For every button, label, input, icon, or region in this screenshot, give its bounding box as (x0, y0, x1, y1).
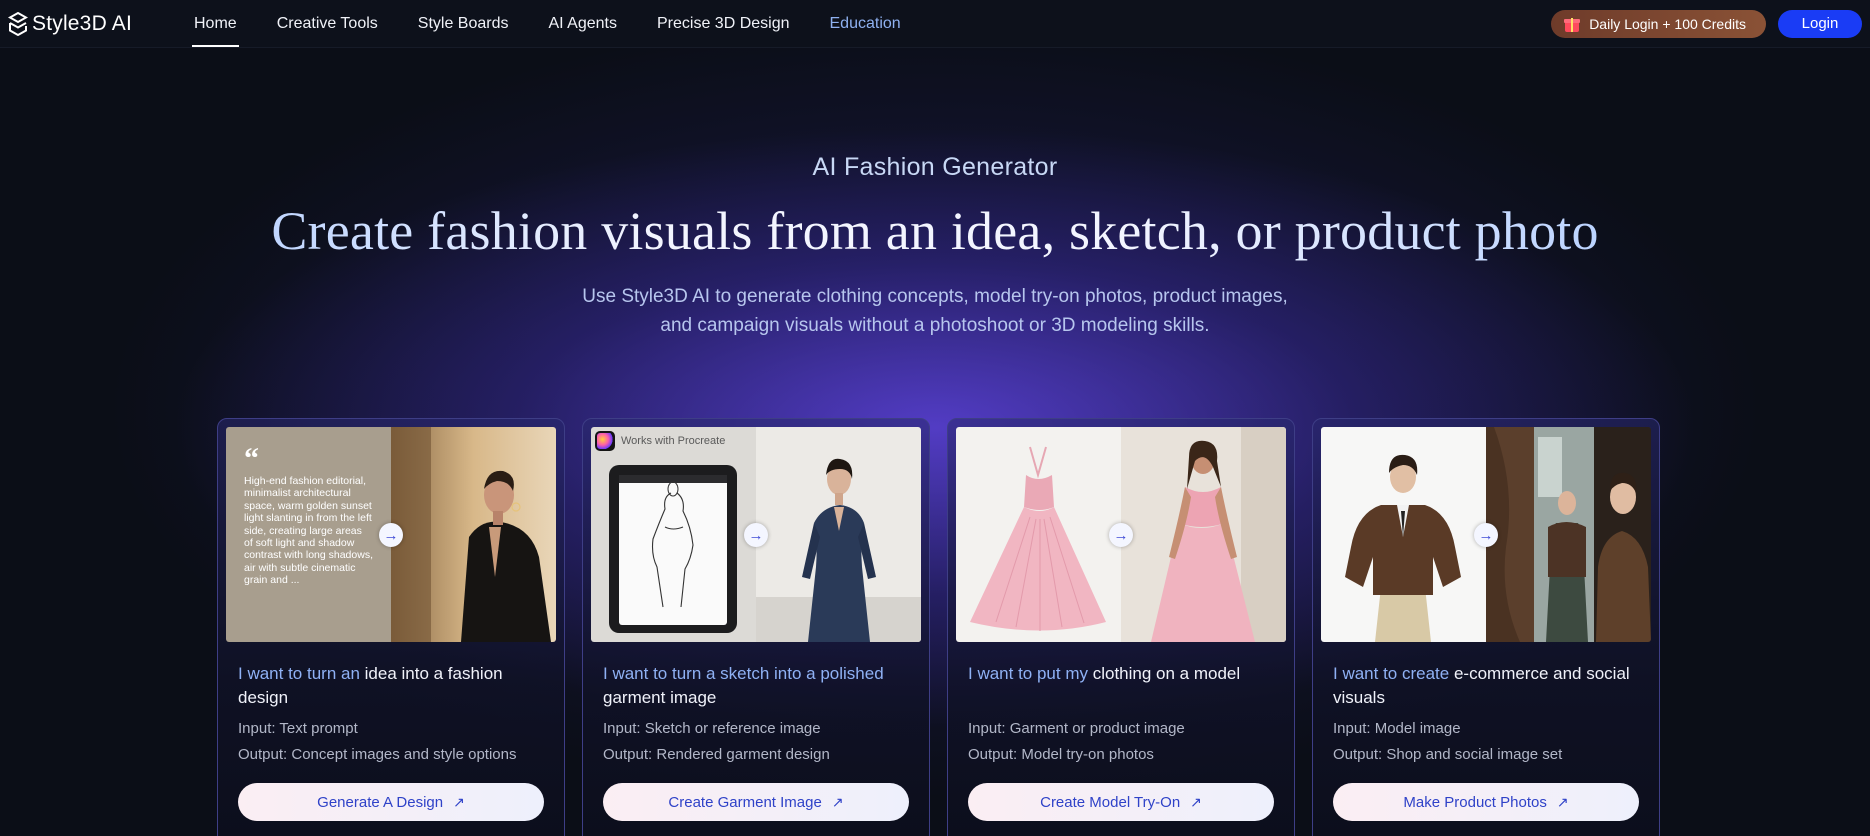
procreate-icon (595, 431, 615, 451)
card-input: Input: Text prompt (238, 720, 358, 737)
login-button[interactable]: Login (1778, 9, 1862, 38)
hero-headline: Create fashion visuals from an idea, ske… (0, 200, 1870, 262)
arrow-right-icon: → (379, 523, 403, 547)
nav-item-education[interactable]: Education (828, 0, 903, 48)
card-input: Input: Model image (1333, 720, 1461, 737)
tablet-sketch-image: Works with Procreate (591, 427, 756, 642)
card-title: I want to create e-commerce and social v… (1333, 664, 1630, 707)
generate-a-design-button[interactable]: Generate A Design ↗ (238, 783, 544, 821)
create-model-try-on-button[interactable]: Create Model Try-On ↗ (968, 783, 1274, 821)
card-title: I want to put my clothing on a model (968, 664, 1241, 683)
external-link-icon: ↗ (1190, 793, 1202, 810)
card-title: I want to turn an idea into a fashion de… (238, 664, 503, 707)
nav-item-style-boards[interactable]: Style Boards (416, 0, 511, 48)
hero-subtitle-line-2: and campaign visuals without a photoshoo… (660, 315, 1210, 336)
card-sketch-to-garment[interactable]: Works with Procreate → I want to turn a … (582, 418, 930, 836)
hero-subtitle: Use Style3D AI to generate clothing conc… (0, 282, 1870, 340)
editorial-model-image (391, 427, 556, 642)
procreate-badge: Works with Procreate (595, 431, 725, 451)
nav-item-ai-agents[interactable]: AI Agents (547, 0, 620, 48)
external-link-icon: ↗ (453, 793, 465, 810)
card-output: Output: Concept images and style options (238, 746, 517, 763)
nav-item-precise-3d-design[interactable]: Precise 3D Design (655, 0, 792, 48)
card-ecommerce-visuals[interactable]: → I want to create e-commerce and social… (1312, 418, 1660, 836)
style3d-logo-icon (8, 11, 28, 36)
external-link-icon: ↗ (1556, 793, 1569, 810)
card-output: Output: Shop and social image set (1333, 746, 1563, 763)
card-output: Output: Model try-on photos (968, 746, 1154, 763)
card-idea-to-design[interactable]: “ High-end fashion editorial, minimalist… (217, 418, 565, 836)
card-media: → (956, 427, 1286, 642)
feature-cards: “ High-end fashion editorial, minimalist… (217, 418, 1660, 836)
daily-login-credits-button[interactable]: Daily Login + 100 Credits (1551, 9, 1766, 38)
pink-dress-product-image (956, 427, 1121, 642)
top-navigation-bar: Style3D AI Home Creative Tools Style Boa… (0, 0, 1870, 48)
nav-item-home[interactable]: Home (192, 0, 239, 48)
arrow-right-icon: → (1474, 523, 1498, 547)
hero-eyebrow: AI Fashion Generator (812, 153, 1058, 181)
nav-actions: Daily Login + 100 Credits Login (1551, 9, 1862, 38)
external-link-icon: ↗ (831, 793, 844, 810)
card-media: → (1321, 427, 1651, 642)
product-photo-collage-image (1486, 427, 1651, 642)
nav-item-creative-tools[interactable]: Creative Tools (275, 0, 380, 48)
card-clothing-on-model[interactable]: → I want to put my clothing on a model I… (947, 418, 1295, 836)
nav-menu: Home Creative Tools Style Boards AI Agen… (192, 0, 939, 48)
card-input: Input: Sketch or reference image (603, 720, 821, 737)
jacket-model-image (1321, 427, 1486, 642)
pink-dress-model-image (1121, 427, 1286, 642)
card-output: Output: Rendered garment design (603, 746, 830, 763)
create-garment-image-button[interactable]: Create Garment Image ↗ (603, 783, 909, 821)
card-input: Input: Garment or product image (968, 720, 1185, 737)
make-product-photos-button[interactable]: Make Product Photos ↗ (1333, 783, 1639, 821)
quote-icon: “ (244, 442, 259, 475)
credits-label: Daily Login + 100 Credits (1589, 15, 1746, 32)
arrow-right-icon: → (744, 523, 768, 547)
logo[interactable]: Style3D AI (8, 11, 184, 36)
prompt-panel: “ High-end fashion editorial, minimalist… (226, 427, 391, 642)
card-title: I want to turn a sketch into a polished … (603, 664, 884, 707)
denim-jumpsuit-model-image (756, 427, 921, 642)
arrow-right-icon: → (1109, 523, 1133, 547)
prompt-text: High-end fashion editorial, minimalist a… (244, 475, 373, 587)
logo-text: Style3D AI (32, 11, 133, 35)
hero-subtitle-line-1: Use Style3D AI to generate clothing conc… (582, 286, 1288, 307)
card-media: Works with Procreate → (591, 427, 921, 642)
card-media: “ High-end fashion editorial, minimalist… (226, 427, 556, 642)
gift-icon (1563, 15, 1581, 33)
